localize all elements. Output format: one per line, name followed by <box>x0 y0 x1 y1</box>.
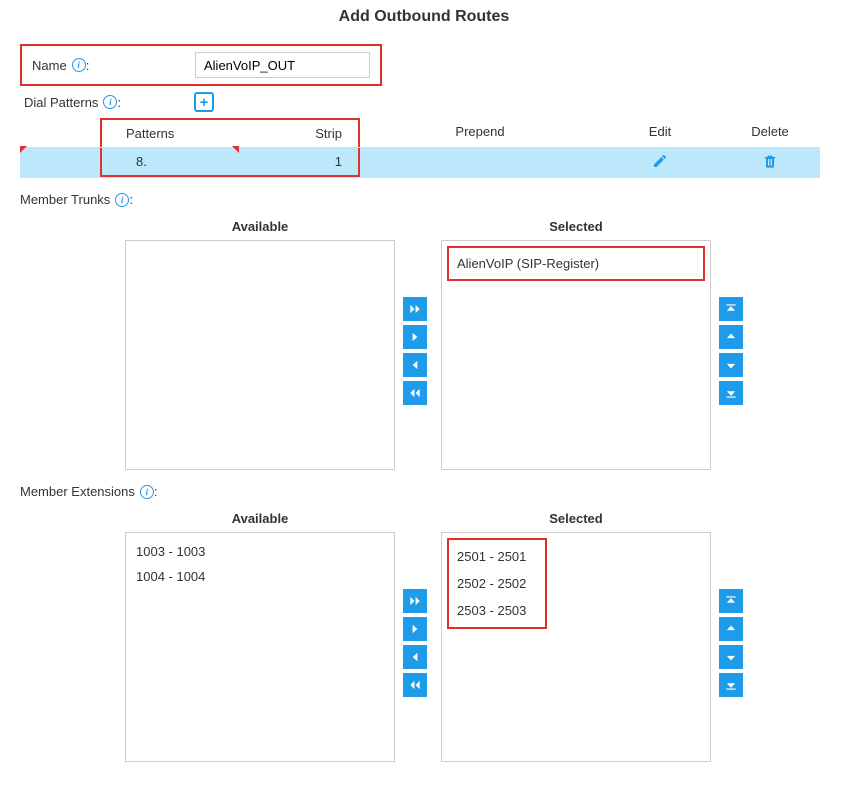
selected-extensions-list[interactable]: 2501 - 2501 2502 - 2502 2503 - 2503 <box>441 532 711 762</box>
move-all-left-button[interactable] <box>403 381 427 405</box>
colon: : <box>117 95 121 110</box>
strip-cell: 1 <box>292 148 352 175</box>
move-bottom-button[interactable] <box>719 673 743 697</box>
col-prepend-header: Prepend <box>360 118 600 147</box>
move-down-button[interactable] <box>719 645 743 669</box>
move-left-button[interactable] <box>403 353 427 377</box>
available-trunks-list[interactable] <box>125 240 395 470</box>
add-dial-pattern-button[interactable]: + <box>194 92 214 112</box>
selected-header: Selected <box>441 511 711 526</box>
name-label: Name <box>32 58 67 73</box>
member-extensions-dual-list: Available 1003 - 1003 1004 - 1004 Select… <box>125 505 848 762</box>
page-title: Add Outbound Routes <box>0 8 848 26</box>
col-edit-header: Edit <box>600 118 720 147</box>
list-item[interactable]: 2502 - 2502 <box>453 570 541 597</box>
move-right-button[interactable] <box>403 325 427 349</box>
colon: : <box>154 484 158 499</box>
move-down-button[interactable] <box>719 353 743 377</box>
colon: : <box>129 192 133 207</box>
list-item[interactable]: 1003 - 1003 <box>132 539 388 564</box>
move-top-button[interactable] <box>719 589 743 613</box>
colon: : <box>86 58 90 73</box>
list-item[interactable]: 2501 - 2501 <box>453 543 541 570</box>
delete-icon[interactable] <box>762 157 778 172</box>
info-icon[interactable]: i <box>140 485 154 499</box>
move-up-button[interactable] <box>719 325 743 349</box>
move-right-button[interactable] <box>403 617 427 641</box>
edit-icon[interactable] <box>652 157 668 172</box>
info-icon[interactable]: i <box>72 58 86 72</box>
list-item[interactable]: AlienVoIP (SIP-Register) <box>453 251 699 276</box>
pattern-cell: 8. <box>102 148 292 175</box>
name-input[interactable] <box>195 52 370 78</box>
list-item[interactable]: 2503 - 2503 <box>453 597 541 624</box>
move-left-button[interactable] <box>403 645 427 669</box>
col-patterns-header: Patterns <box>102 120 292 147</box>
move-all-left-button[interactable] <box>403 673 427 697</box>
info-icon[interactable]: i <box>115 193 129 207</box>
selected-header: Selected <box>441 219 711 234</box>
prepend-cell <box>360 147 600 178</box>
member-trunks-dual-list: Available Selected AlienVoIP (SIP-Regist… <box>125 213 848 470</box>
move-all-right-button[interactable] <box>403 589 427 613</box>
member-extensions-label: Member Extensions <box>20 484 135 499</box>
move-top-button[interactable] <box>719 297 743 321</box>
name-row: Name i : <box>20 44 382 86</box>
list-item[interactable]: 1004 - 1004 <box>132 564 388 589</box>
move-up-button[interactable] <box>719 617 743 641</box>
col-delete-header: Delete <box>720 118 820 147</box>
dial-pattern-row[interactable]: 8. 1 <box>20 147 820 178</box>
move-bottom-button[interactable] <box>719 381 743 405</box>
selected-trunks-list[interactable]: AlienVoIP (SIP-Register) <box>441 240 711 470</box>
dial-patterns-header: Patterns Strip Prepend Edit Delete <box>20 118 820 147</box>
dial-patterns-label: Dial Patterns <box>24 95 98 110</box>
col-strip-header: Strip <box>292 120 352 147</box>
member-trunks-label: Member Trunks <box>20 192 110 207</box>
available-header: Available <box>125 511 395 526</box>
info-icon[interactable]: i <box>103 95 117 109</box>
available-header: Available <box>125 219 395 234</box>
available-extensions-list[interactable]: 1003 - 1003 1004 - 1004 <box>125 532 395 762</box>
move-all-right-button[interactable] <box>403 297 427 321</box>
